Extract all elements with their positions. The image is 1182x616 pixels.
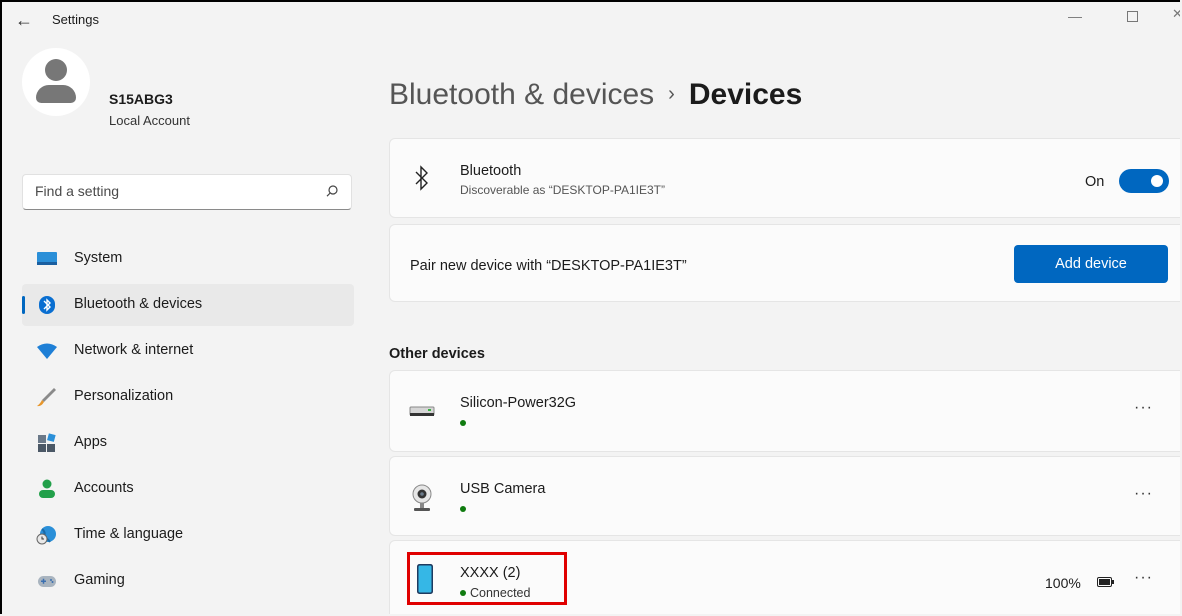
title-bar: ← Settings — ✕ <box>2 2 1180 36</box>
user-name: S15ABG3 <box>109 91 173 107</box>
add-device-button[interactable]: Add device <box>1014 245 1168 283</box>
search-input[interactable] <box>35 183 305 199</box>
sidebar-item-label: Accounts <box>74 480 134 496</box>
pair-device-text: Pair new device with “DESKTOP-PA1IE3T” <box>410 258 687 274</box>
system-icon <box>37 252 57 265</box>
bluetooth-toggle[interactable] <box>1119 169 1169 193</box>
page-title: Devices <box>688 78 803 111</box>
sidebar-item-time-language[interactable]: Time & language <box>22 514 354 556</box>
minimize-button[interactable]: — <box>1065 6 1085 26</box>
section-title: Other devices <box>389 346 485 362</box>
sidebar-item-network[interactable]: Network & internet <box>22 330 354 372</box>
sidebar-item-gaming[interactable]: Gaming <box>22 560 354 602</box>
sidebar-item-label: Apps <box>74 434 108 450</box>
more-options-button[interactable]: ··· <box>1134 485 1153 503</box>
bluetooth-card: Bluetooth Discoverable as “DESKTOP-PA1IE… <box>389 138 1180 218</box>
sidebar-item-personalization[interactable]: Personalization <box>22 376 354 418</box>
breadcrumb: Bluetooth & devices › Devices <box>389 78 802 112</box>
status-dot <box>460 505 466 512</box>
sidebar-item-label: Bluetooth & devices <box>74 296 203 312</box>
settings-window: ← Settings — ✕ S15ABG3 Local Account Sys… <box>0 0 1180 614</box>
sidebar-item-label: Gaming <box>74 572 125 588</box>
battery-percentage: 100% <box>1045 575 1081 591</box>
toggle-state-label: On <box>1085 174 1105 190</box>
search-box[interactable] <box>22 174 352 210</box>
device-name: Silicon-Power32G <box>460 395 577 411</box>
webcam-icon <box>412 484 432 511</box>
status-dot <box>460 419 466 426</box>
sidebar-item-bluetooth-devices[interactable]: Bluetooth & devices <box>22 284 354 326</box>
pair-device-card: Pair new device with “DESKTOP-PA1IE3T” A… <box>389 224 1180 302</box>
active-indicator <box>22 296 25 314</box>
more-options-button[interactable]: ··· <box>1134 399 1153 417</box>
arrow-left-icon: ← <box>15 10 33 30</box>
device-row[interactable]: USB Camera ··· <box>389 456 1180 536</box>
device-row[interactable]: Silicon-Power32G ··· <box>389 370 1180 452</box>
device-status <box>460 502 470 516</box>
bluetooth-title: Bluetooth <box>460 163 522 179</box>
wifi-icon <box>37 343 57 359</box>
globe-clock-icon <box>36 526 56 545</box>
sidebar-item-label: Time & language <box>74 526 184 542</box>
sidebar-item-label: System <box>74 250 123 266</box>
close-button[interactable]: ✕ <box>1172 6 1180 22</box>
sidebar-item-apps[interactable]: Apps <box>22 422 354 464</box>
app-title: Settings <box>52 12 99 27</box>
device-status <box>460 416 470 430</box>
bluetooth-icon <box>415 165 428 191</box>
apps-icon <box>38 433 56 452</box>
brush-icon <box>37 388 56 407</box>
search-icon[interactable] <box>325 184 339 198</box>
breadcrumb-parent[interactable]: Bluetooth & devices <box>389 78 654 111</box>
maximize-button[interactable] <box>1122 6 1142 26</box>
sidebar-item-system[interactable]: System <box>22 238 354 280</box>
bluetooth-discoverable-text: Discoverable as “DESKTOP-PA1IE3T” <box>460 183 665 197</box>
battery-icon <box>1097 577 1114 587</box>
avatar[interactable] <box>22 48 90 116</box>
usb-drive-icon <box>409 406 435 416</box>
gamepad-icon <box>38 576 56 587</box>
toggle-knob <box>1151 175 1163 187</box>
bluetooth-icon <box>39 296 55 314</box>
device-name: USB Camera <box>460 481 546 497</box>
more-options-button[interactable]: ··· <box>1134 569 1153 587</box>
sidebar-item-label: Personalization <box>74 388 174 404</box>
sidebar-nav: System Bluetooth & devices Network & int… <box>22 238 354 606</box>
sidebar-item-accounts[interactable]: Accounts <box>22 468 354 510</box>
breadcrumb-separator: › <box>668 83 675 105</box>
accounts-icon <box>39 479 55 498</box>
back-button[interactable]: ← <box>12 8 36 32</box>
account-type: Local Account <box>109 113 190 128</box>
highlight-annotation <box>407 552 567 605</box>
sidebar-item-label: Network & internet <box>74 342 194 358</box>
